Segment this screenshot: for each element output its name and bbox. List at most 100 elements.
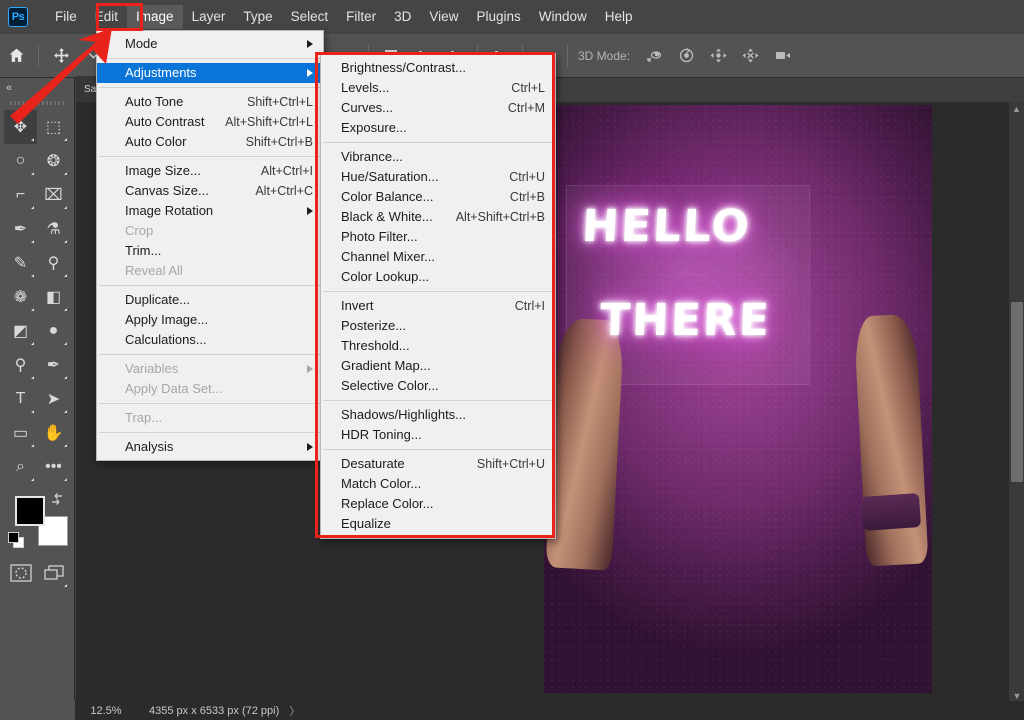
menu-item-hdr-toning[interactable]: HDR Toning... — [321, 425, 555, 445]
menu-item-threshold[interactable]: Threshold... — [321, 336, 555, 356]
vertical-scroll-thumb[interactable] — [1011, 302, 1023, 482]
document-image[interactable]: HELLO THERE — [544, 105, 932, 693]
image-menu-dropdown[interactable]: ModeAdjustmentsAuto ToneShift+Ctrl+LAuto… — [96, 30, 324, 461]
menu-item-canvas-size[interactable]: Canvas Size...Alt+Ctrl+C — [97, 181, 323, 201]
clone-stamp-tool-icon[interactable]: ⚲ — [37, 246, 70, 280]
menu-edit[interactable]: Edit — [86, 5, 127, 29]
move-tool-icon[interactable] — [48, 43, 74, 69]
document-dimensions: 4355 px x 6533 px (72 ppi) — [149, 705, 279, 717]
menu-image[interactable]: Image — [127, 5, 183, 29]
gradient-tool-icon[interactable]: ◩ — [4, 314, 37, 348]
horizontal-type-tool-icon[interactable]: T — [4, 382, 37, 416]
menu-item-calculations[interactable]: Calculations... — [97, 330, 323, 350]
menu-item-image-rotation[interactable]: Image Rotation — [97, 201, 323, 221]
screen-mode-icon[interactable] — [37, 556, 70, 590]
menu-item-duplicate[interactable]: Duplicate... — [97, 290, 323, 310]
pen-tool-icon[interactable]: ✒ — [37, 348, 70, 382]
menu-item-image-size[interactable]: Image Size...Alt+Ctrl+I — [97, 161, 323, 181]
menu-item-adjustments[interactable]: Adjustments — [97, 63, 323, 83]
menu-item-trim[interactable]: Trim... — [97, 241, 323, 261]
left-hand — [546, 317, 625, 570]
crop-tool-icon[interactable]: ⌐ — [4, 178, 37, 212]
menu-item-invert[interactable]: InvertCtrl+I — [321, 296, 555, 316]
frame-tool-icon[interactable]: ⌧ — [37, 178, 70, 212]
menu-item-vibrance[interactable]: Vibrance... — [321, 147, 555, 167]
dodge-tool-icon[interactable]: ⚲ — [4, 348, 37, 382]
lasso-tool-icon[interactable]: ○ — [4, 144, 37, 178]
menu-item-exposure[interactable]: Exposure... — [321, 118, 555, 138]
menu-file[interactable]: File — [46, 5, 86, 29]
menu-separator — [323, 449, 553, 450]
menu-item-mode[interactable]: Mode — [97, 34, 323, 54]
menu-item-label: Reveal All — [125, 261, 313, 281]
menu-item-selective-color[interactable]: Selective Color... — [321, 376, 555, 396]
menu-type[interactable]: Type — [234, 5, 281, 29]
menu-item-black-white[interactable]: Black & White...Alt+Shift+Ctrl+B — [321, 207, 555, 227]
blur-tool-icon[interactable]: ● — [37, 314, 70, 348]
spot-healing-brush-tool-icon[interactable]: ⚗ — [37, 212, 70, 246]
zoom-level[interactable]: 12.5% — [75, 705, 137, 717]
menu-layer[interactable]: Layer — [183, 5, 235, 29]
menu-item-label: Black & White... — [341, 207, 442, 227]
foreground-color-swatch[interactable] — [15, 496, 45, 526]
menu-item-channel-mixer[interactable]: Channel Mixer... — [321, 247, 555, 267]
menu-item-auto-contrast[interactable]: Auto ContrastAlt+Shift+Ctrl+L — [97, 112, 323, 132]
collapse-tools-button[interactable]: « — [0, 78, 74, 96]
quick-mask-icon[interactable] — [4, 556, 37, 590]
roll-3d-icon[interactable] — [673, 43, 699, 69]
status-menu-caret-icon[interactable]: 〉 — [289, 703, 300, 719]
menu-item-equalize[interactable]: Equalize — [321, 514, 555, 534]
menu-item-posterize[interactable]: Posterize... — [321, 316, 555, 336]
menu-item-hue-saturation[interactable]: Hue/Saturation...Ctrl+U — [321, 167, 555, 187]
hand-tool-icon[interactable]: ✋ — [37, 416, 70, 450]
zoom-tool-icon[interactable]: ⌕ — [4, 450, 37, 484]
menu-item-color-balance[interactable]: Color Balance...Ctrl+B — [321, 187, 555, 207]
menu-item-auto-color[interactable]: Auto ColorShift+Ctrl+B — [97, 132, 323, 152]
vertical-scrollbar[interactable]: ▲ ▼ — [1008, 102, 1024, 703]
slide-3d-icon[interactable] — [737, 43, 763, 69]
menu-plugins[interactable]: Plugins — [467, 5, 529, 29]
scroll-up-arrow-icon[interactable]: ▲ — [1009, 102, 1024, 116]
menu-item-shortcut: Shift+Ctrl+B — [246, 132, 313, 152]
history-brush-tool-icon[interactable]: ❁ — [4, 280, 37, 314]
object-selection-tool-icon[interactable]: ❂ — [37, 144, 70, 178]
menu-item-brightness-contrast[interactable]: Brightness/Contrast... — [321, 58, 555, 78]
eraser-tool-icon[interactable]: ◧ — [37, 280, 70, 314]
menu-item-curves[interactable]: Curves...Ctrl+M — [321, 98, 555, 118]
rectangle-tool-icon[interactable]: ▭ — [4, 416, 37, 450]
tools-panel-grip[interactable] — [10, 98, 64, 106]
adjustments-submenu[interactable]: Brightness/Contrast...Levels...Ctrl+LCur… — [320, 53, 556, 539]
menu-select[interactable]: Select — [282, 5, 338, 29]
eyedropper-tool-icon[interactable]: ✒ — [4, 212, 37, 246]
pan-3d-icon[interactable] — [705, 43, 731, 69]
edit-toolbar-tool-icon[interactable]: ••• — [37, 450, 70, 484]
move-tool-icon[interactable]: ✥ — [4, 110, 37, 144]
default-colors-foreground-icon[interactable] — [8, 532, 19, 543]
photoshop-window: Ps FileEditImageLayerTypeSelectFilter3DV… — [0, 0, 1024, 720]
menu-item-auto-tone[interactable]: Auto ToneShift+Ctrl+L — [97, 92, 323, 112]
menu-item-match-color[interactable]: Match Color... — [321, 474, 555, 494]
menu-item-desaturate[interactable]: DesaturateShift+Ctrl+U — [321, 454, 555, 474]
home-icon[interactable] — [3, 43, 29, 69]
menu-item-photo-filter[interactable]: Photo Filter... — [321, 227, 555, 247]
dodge-tool-glyph: ⚲ — [15, 355, 27, 375]
menu-view[interactable]: View — [420, 5, 467, 29]
menu-filter[interactable]: Filter — [337, 5, 385, 29]
brush-tool-icon[interactable]: ✎ — [4, 246, 37, 280]
menu-item-replace-color[interactable]: Replace Color... — [321, 494, 555, 514]
menu-item-apply-image[interactable]: Apply Image... — [97, 310, 323, 330]
menu-item-gradient-map[interactable]: Gradient Map... — [321, 356, 555, 376]
path-selection-tool-icon[interactable]: ➤ — [37, 382, 70, 416]
menu-item-shortcut: Ctrl+I — [515, 296, 545, 316]
menu-item-shadows-highlights[interactable]: Shadows/Highlights... — [321, 405, 555, 425]
rectangular-marquee-tool-icon[interactable]: ⬚ — [37, 110, 70, 144]
menu-help[interactable]: Help — [596, 5, 642, 29]
swap-colors-icon[interactable] — [50, 492, 64, 509]
menu-item-levels[interactable]: Levels...Ctrl+L — [321, 78, 555, 98]
menu-3d[interactable]: 3D — [385, 5, 420, 29]
menu-item-analysis[interactable]: Analysis — [97, 437, 323, 457]
orbit-3d-icon[interactable] — [641, 43, 667, 69]
camera-3d-icon[interactable] — [769, 43, 795, 69]
menu-item-color-lookup[interactable]: Color Lookup... — [321, 267, 555, 287]
menu-window[interactable]: Window — [530, 5, 596, 29]
